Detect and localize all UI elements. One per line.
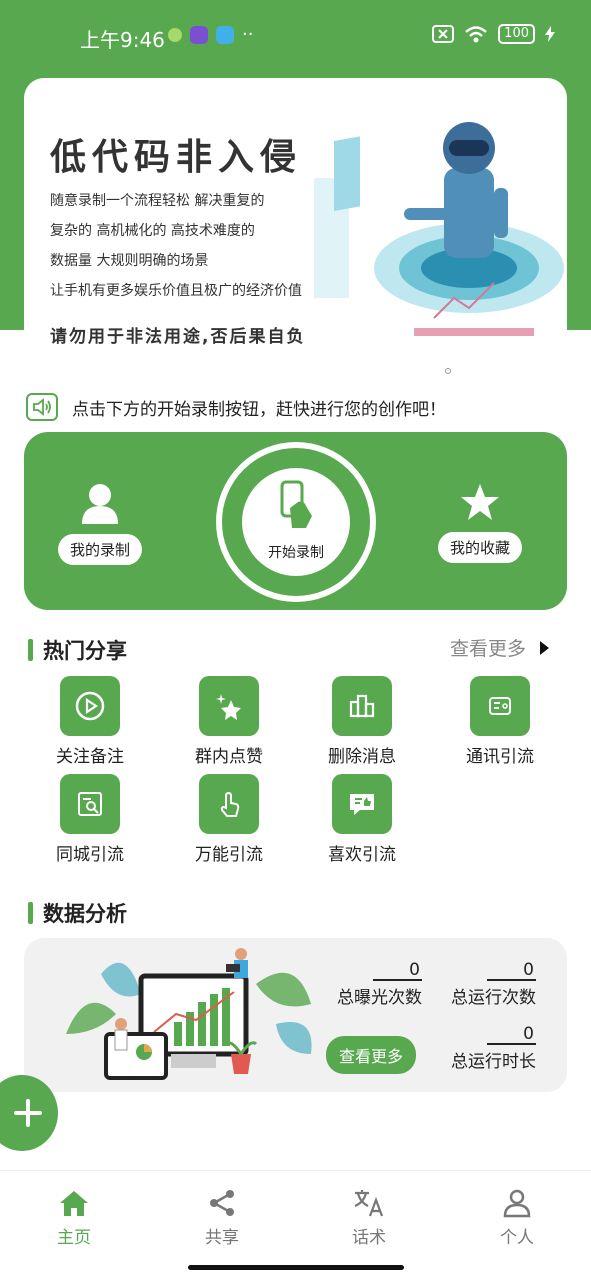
nav-home[interactable]: 主页 [34,1187,114,1248]
total-runtime-label: 总运行时长 [451,1052,536,1072]
share-icon [182,1187,262,1219]
search-document-icon [60,774,120,834]
tap-hand-icon [199,774,259,834]
my-favorites-button[interactable]: 我的收藏 [438,482,523,563]
total-runs-value: 0 [487,961,536,981]
grid-item-group-like[interactable]: 群内点赞 [179,676,279,767]
status-time: 上午9:46 [80,28,165,52]
person-icon [477,1187,557,1219]
total-runtime-value: 0 [487,1025,536,1045]
hot-share-title: 热门分享 [43,639,127,663]
view-more-button[interactable]: 查看更多 [326,1036,417,1074]
nav-home-label: 主页 [57,1228,91,1248]
total-runs-stat: 0 总运行次数 [444,960,536,1008]
grid-item-follow-note[interactable]: 关注备注 [40,676,140,767]
nav-scripts[interactable]: 话术 [329,1187,409,1248]
grid-item-delete-message[interactable]: 删除消息 [312,676,412,767]
nav-profile[interactable]: 个人 [477,1187,557,1248]
star-icon [461,484,499,520]
see-more-label: 查看更多 [449,638,526,660]
total-runs-label: 总运行次数 [451,988,536,1008]
data-analysis-card: 0 总曝光次数 0 总运行次数 查看更多 0 总运行时长 [24,938,567,1092]
grid-item-like-traffic[interactable]: 喜欢引流 [312,774,412,865]
app-notification-icon [216,25,234,44]
app-notification-icon [190,25,208,44]
my-favorites-label: 我的收藏 [438,532,523,563]
home-icon [34,1187,114,1219]
grid-item-label: 同城引流 [56,845,124,865]
total-exposure-label: 总曝光次数 [337,988,422,1008]
start-recording-button[interactable]: 开始录制 [216,442,376,602]
battery-indicator: 100 [498,24,535,44]
record-panel: 我的录制 开始录制 我的收藏 [24,432,567,610]
promo-banner[interactable]: 低代码非入侵 随意录制一个流程轻松 解决重复的 复杂的 高机械化的 高技术难度的… [24,78,567,368]
my-recordings-button[interactable]: 我的录制 [58,482,143,565]
nav-profile-label: 个人 [500,1228,534,1248]
grid-item-label: 群内点赞 [195,747,263,767]
charging-icon [545,26,555,42]
carousel-indicator [445,368,451,374]
start-recording-label: 开始录制 [268,545,324,561]
more-notifications-icon: ·· [242,24,254,45]
banner-line: 让手机有更多娱乐价值且极广的经济价值 [50,283,302,299]
data-analysis-title: 数据分析 [43,902,127,926]
wallet-icon [470,676,530,736]
speaker-icon [26,393,58,421]
data-analysis-header: 数据分析 [28,898,127,928]
robot-illustration [314,122,564,336]
nav-share-label: 共享 [205,1228,239,1248]
total-runtime-stat: 0 总运行时长 [444,1024,536,1072]
banner-line: 随意录制一个流程轻松 解决重复的 [50,193,265,209]
status-app-icons: ·· [168,24,253,45]
grid-item-label: 通讯引流 [466,747,534,767]
section-accent-bar [28,639,33,661]
start-recording-circle[interactable]: 开始录制 [242,468,350,576]
arrow-right-icon [540,640,549,655]
sparkle-star-icon [199,676,259,736]
thumbs-up-chat-icon [332,774,392,834]
home-indicator [188,1265,404,1270]
notice-bar: 点击下方的开始录制按钮，赶快进行您的创作吧！ [26,393,446,421]
banner-line: 数据量 大规则明确的场景 [50,253,209,269]
my-recordings-label: 我的录制 [58,534,143,565]
grid-item-label: 喜欢引流 [328,845,396,865]
translate-icon [329,1187,409,1219]
grid-item-local-traffic[interactable]: 同城引流 [40,774,140,865]
banner-warning: 请勿用于非法用途,否后果自负 [50,327,306,347]
user-icon [82,484,118,524]
grid-item-label: 关注备注 [56,747,124,767]
grid-item-universal-traffic[interactable]: 万能引流 [179,774,279,865]
status-bar: 上午9:46 ·· 100 [0,0,591,70]
sim-off-icon [432,25,455,43]
hot-share-header: 热门分享 [28,635,127,665]
total-exposure-stat: 0 总曝光次数 [330,960,422,1008]
total-exposure-value: 0 [373,961,422,981]
see-more-link[interactable]: 查看更多 [450,634,549,661]
grid-item-label: 万能引流 [195,845,263,865]
section-accent-bar [28,902,33,924]
analytics-illustration [66,948,312,1080]
nav-share[interactable]: 共享 [182,1187,262,1248]
nav-scripts-label: 话术 [352,1228,386,1248]
banner-title: 低代码非入侵 [50,137,303,178]
bar-chart-icon [332,676,392,736]
grid-item-contact-traffic[interactable]: 通讯引流 [450,676,550,767]
phone-hand-icon [280,480,312,528]
status-right: 100 [432,24,555,44]
grid-item-label: 删除消息 [328,747,396,767]
bottom-navigation: 主页 共享 话术 个人 [0,1170,591,1280]
play-circle-icon [60,676,120,736]
banner-line: 复杂的 高机械化的 高技术难度的 [50,223,255,239]
notice-text: 点击下方的开始录制按钮，赶快进行您的创作吧！ [72,399,446,420]
wifi-icon [465,26,488,43]
android-icon [168,27,182,42]
plus-icon [14,1099,42,1127]
